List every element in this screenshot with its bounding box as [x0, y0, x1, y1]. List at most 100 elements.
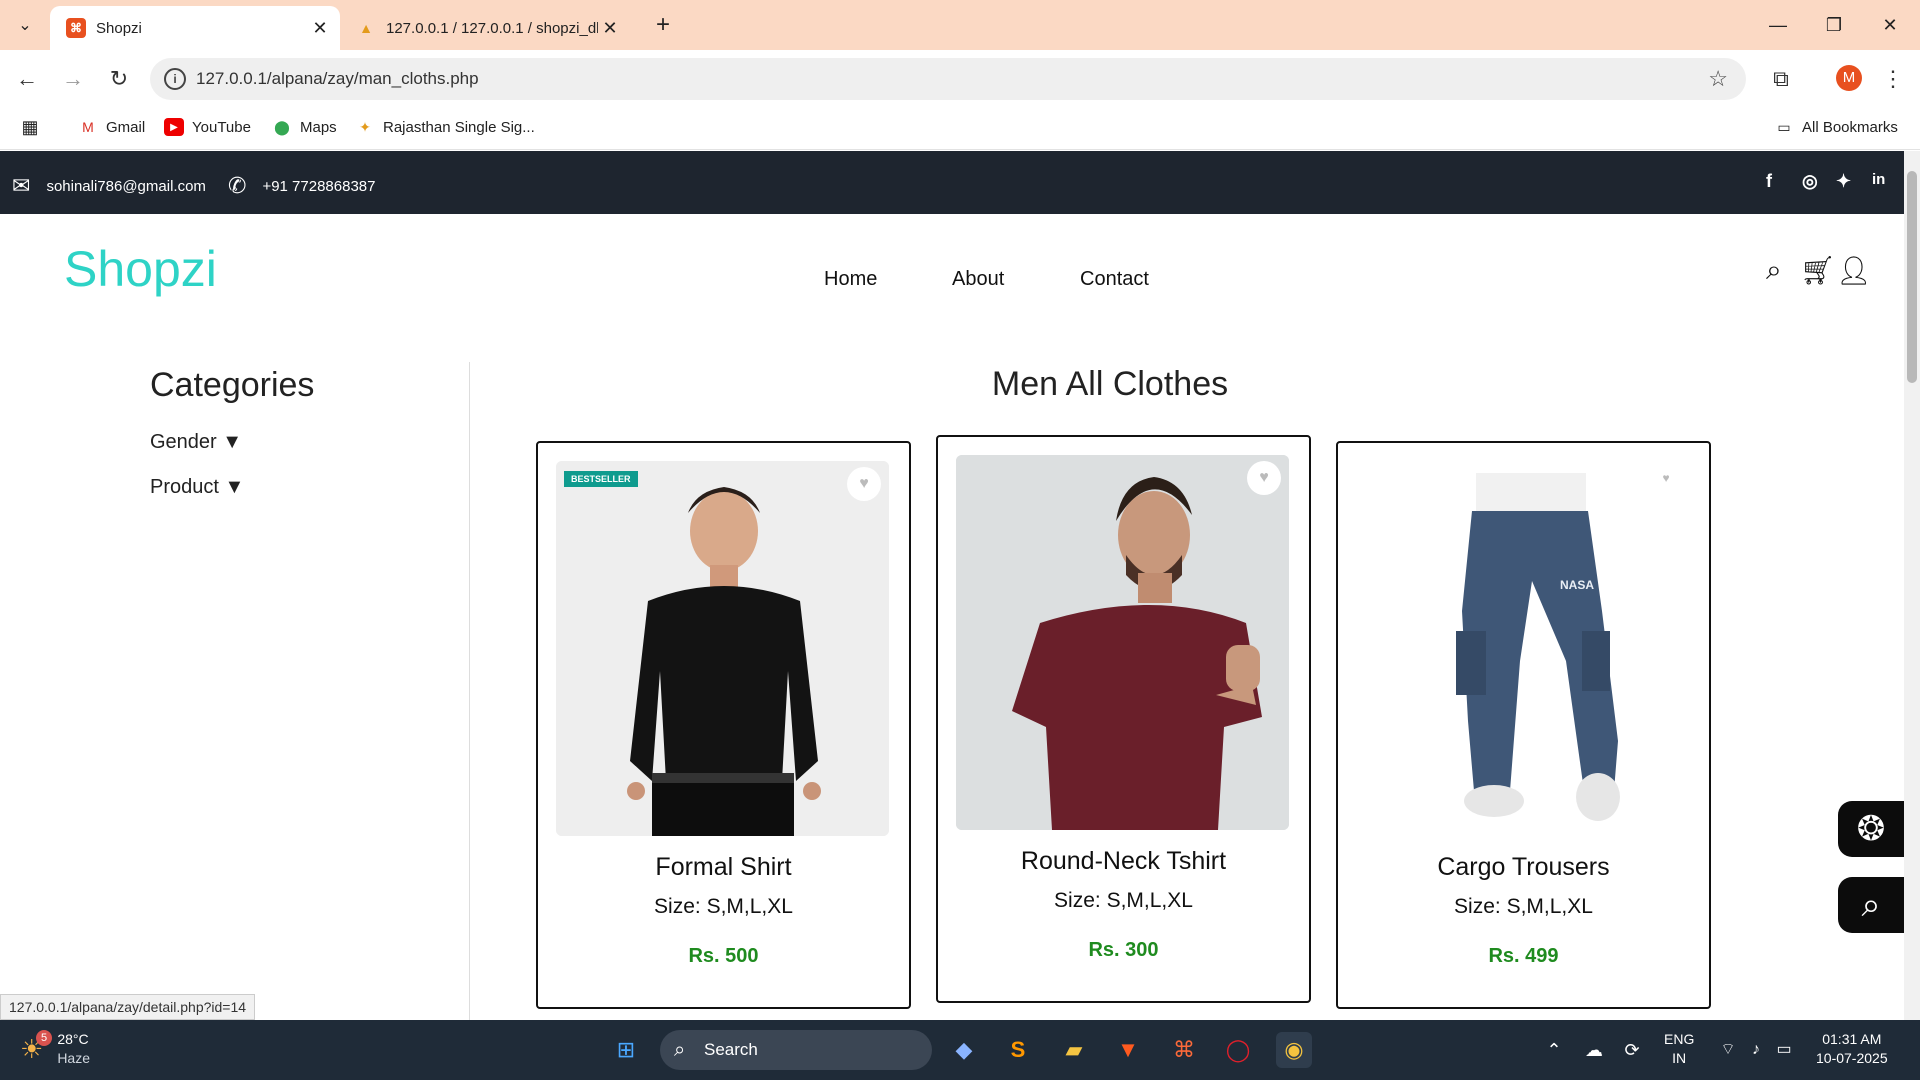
facebook-icon[interactable]: f — [1766, 171, 1772, 192]
phone-icon: ✆ — [228, 173, 247, 198]
twitter-icon[interactable]: ✦ — [1836, 171, 1851, 192]
product-card-round-neck-tshirt[interactable]: ♥ Round-Neck Tshirt Size: S,M,L,XL Rs. 3… — [936, 435, 1311, 1003]
phone-text: +91 7728868387 — [262, 177, 376, 195]
language-indicator[interactable]: ENG IN — [1664, 1030, 1694, 1068]
back-icon[interactable]: ← — [12, 64, 42, 94]
opera-icon[interactable]: ◯ — [1220, 1032, 1256, 1068]
lang-code: ENG — [1664, 1031, 1695, 1047]
nav-home[interactable]: Home — [824, 268, 877, 291]
extensions-icon[interactable]: ⧉ — [1766, 64, 1796, 94]
brave-icon[interactable]: ▼ — [1110, 1032, 1146, 1068]
nav-about[interactable]: About — [952, 268, 1004, 291]
scrollbar-thumb[interactable] — [1907, 171, 1917, 383]
category-product[interactable]: Product ▼ — [150, 476, 469, 499]
wishlist-heart-icon[interactable]: ♥ — [1247, 461, 1281, 495]
product-price: Rs. 500 — [688, 945, 759, 967]
tray-chevron-icon[interactable]: ⌃ — [1536, 1032, 1572, 1068]
page-scrollbar[interactable] — [1904, 151, 1920, 1020]
restore-icon[interactable]: ❐ — [1814, 10, 1854, 40]
product-image[interactable]: BESTSELLER ♥ — [556, 461, 889, 836]
windows-start-icon[interactable]: ⊞ — [608, 1032, 644, 1068]
apps-icon[interactable]: ▦ — [20, 117, 48, 137]
xampp-icon: ⌘ — [66, 18, 86, 38]
clock-time: 01:31 AM — [1822, 1031, 1882, 1047]
user-icon[interactable]: 👤︎ — [1836, 254, 1872, 287]
address-bar[interactable]: i 127.0.0.1/alpana/zay/man_cloths.php ☆ — [150, 58, 1746, 100]
onedrive-icon[interactable]: ☁ — [1576, 1032, 1612, 1068]
product-size: Size: S,M,L,XL — [654, 895, 793, 918]
copilot-icon[interactable]: ◆ — [946, 1032, 982, 1068]
close-tab-icon[interactable]: ✕ — [308, 18, 332, 39]
chrome-icon[interactable]: ◉ — [1276, 1032, 1312, 1068]
site-logo[interactable]: Shopzi — [64, 240, 217, 298]
tab-title: 127.0.0.1 / 127.0.0.1 / shopzi_db — [386, 19, 598, 37]
phpmyadmin-icon: ▲ — [359, 20, 373, 36]
all-bookmarks[interactable]: ▭ All Bookmarks — [1774, 118, 1897, 136]
bookmark-label: YouTube — [192, 118, 251, 136]
instagram-icon[interactable]: ◎ — [1802, 171, 1818, 192]
tab-phpmyadmin[interactable]: ▲ 127.0.0.1 / 127.0.0.1 / shopzi_db ✕ — [340, 6, 630, 50]
bookmark-gmail[interactable]: M Gmail — [78, 118, 145, 136]
status-bar-url: 127.0.0.1/alpana/zay/detail.php?id=14 — [0, 994, 256, 1020]
cargo-trousers-image: NASA — [1356, 461, 1689, 836]
bestseller-badge: BESTSELLER — [564, 471, 638, 487]
menu-icon[interactable]: ⋮ — [1878, 64, 1908, 94]
wishlist-heart-icon[interactable]: ♥ — [847, 467, 881, 501]
battery-icon[interactable]: ▭ — [1766, 1032, 1802, 1068]
tab-shopzi[interactable]: ⌘ Shopzi ✕ — [50, 6, 340, 50]
minimize-icon[interactable]: — — [1758, 10, 1798, 40]
tab-search-button[interactable]: ⌄ — [10, 10, 40, 40]
xampp-icon[interactable]: ⌘ — [1166, 1032, 1202, 1068]
search-icon[interactable]: ⌕ — [1766, 254, 1782, 287]
product-price: Rs. 499 — [1488, 945, 1559, 967]
product-image[interactable]: ♥ — [956, 455, 1289, 830]
bookmark-rajasthan[interactable]: ✦ Rajasthan Single Sig... — [355, 118, 535, 136]
reload-icon[interactable]: ↻ — [104, 64, 134, 94]
linkedin-icon[interactable]: in — [1872, 171, 1885, 188]
forward-icon[interactable]: → — [58, 64, 88, 94]
phone-link[interactable]: ✆ +91 7728868387 — [228, 173, 375, 199]
region-code: IN — [1672, 1050, 1687, 1066]
sublime-text-icon[interactable]: S — [1000, 1032, 1036, 1068]
folder-icon: ▭ — [1777, 118, 1791, 135]
search-icon: ⌕ — [674, 1039, 686, 1061]
code-search-icon[interactable]: ⌕ — [1838, 877, 1904, 933]
rajasthan-icon: ✦ — [359, 118, 371, 135]
new-tab-button[interactable]: + — [648, 10, 678, 40]
clock-date: 10-07-2025 — [1816, 1050, 1888, 1066]
weather-icon: ☀ 5 — [20, 1029, 52, 1065]
weather-badge: 5 — [36, 1029, 52, 1046]
bookmark-label: Gmail — [106, 118, 146, 136]
youtube-icon: ▶ — [164, 118, 184, 136]
product-card-formal-shirt[interactable]: BESTSELLER ♥ Formal Shirt Size: S,M,L,XL… — [536, 441, 911, 1009]
site-header: Shopzi Home About Contact ⌕ 🛒︎ 👤︎ — [0, 214, 1904, 334]
browser-chrome: ⌄ ⌘ Shopzi ✕ ▲ 127.0.0.1 / 127.0.0.1 / s… — [0, 0, 1920, 151]
clock[interactable]: 01:31 AM 10-07-2025 — [1816, 1030, 1888, 1068]
product-image[interactable]: NASA ♥ — [1356, 461, 1689, 836]
tshirt-image — [956, 455, 1289, 830]
nav-contact[interactable]: Contact — [1080, 268, 1149, 291]
bookmark-maps[interactable]: ⬤ Maps — [272, 118, 337, 136]
close-tab-icon[interactable]: ✕ — [598, 18, 622, 39]
contact-topbar: ✉ sohinali786@gmail.com ✆ +91 7728868387… — [0, 151, 1904, 214]
cart-icon[interactable]: 🛒︎ — [1800, 254, 1836, 287]
file-explorer-icon[interactable]: ▰ — [1056, 1032, 1092, 1068]
product-name: Cargo Trousers — [1437, 853, 1610, 881]
bookmark-youtube[interactable]: ▶ YouTube — [164, 118, 251, 136]
ai-assistant-icon[interactable]: ❂ — [1838, 801, 1904, 857]
email-link[interactable]: ✉ sohinali786@gmail.com — [12, 173, 206, 199]
product-card-cargo-trousers[interactable]: NASA ♥ Cargo Trousers Size: S,M,L,XL Rs.… — [1336, 441, 1711, 1009]
profile-avatar[interactable]: M — [1836, 65, 1862, 91]
address-url[interactable]: 127.0.0.1/alpana/zay/man_cloths.php — [196, 69, 479, 89]
close-window-icon[interactable]: ✕ — [1870, 10, 1910, 40]
product-name: Formal Shirt — [655, 853, 792, 881]
category-gender[interactable]: Gender ▼ — [150, 431, 469, 454]
weather-widget[interactable]: ☀ 5 28°C Haze — [20, 1029, 90, 1068]
wishlist-heart-icon[interactable]: ♥ — [1653, 465, 1679, 491]
windows-taskbar: ☀ 5 28°C Haze ⊞ ⌕ Search ◆ S ▰ ▼ ⌘ ◯ ◉ ⌃… — [0, 1020, 1920, 1080]
bookmark-star-icon[interactable]: ☆ — [1708, 66, 1728, 92]
sync-icon[interactable]: ⟳ — [1614, 1032, 1650, 1068]
site-info-icon[interactable]: i — [164, 68, 186, 90]
taskbar-search[interactable]: ⌕ Search — [660, 1030, 932, 1070]
email-text: sohinali786@gmail.com — [46, 177, 206, 195]
